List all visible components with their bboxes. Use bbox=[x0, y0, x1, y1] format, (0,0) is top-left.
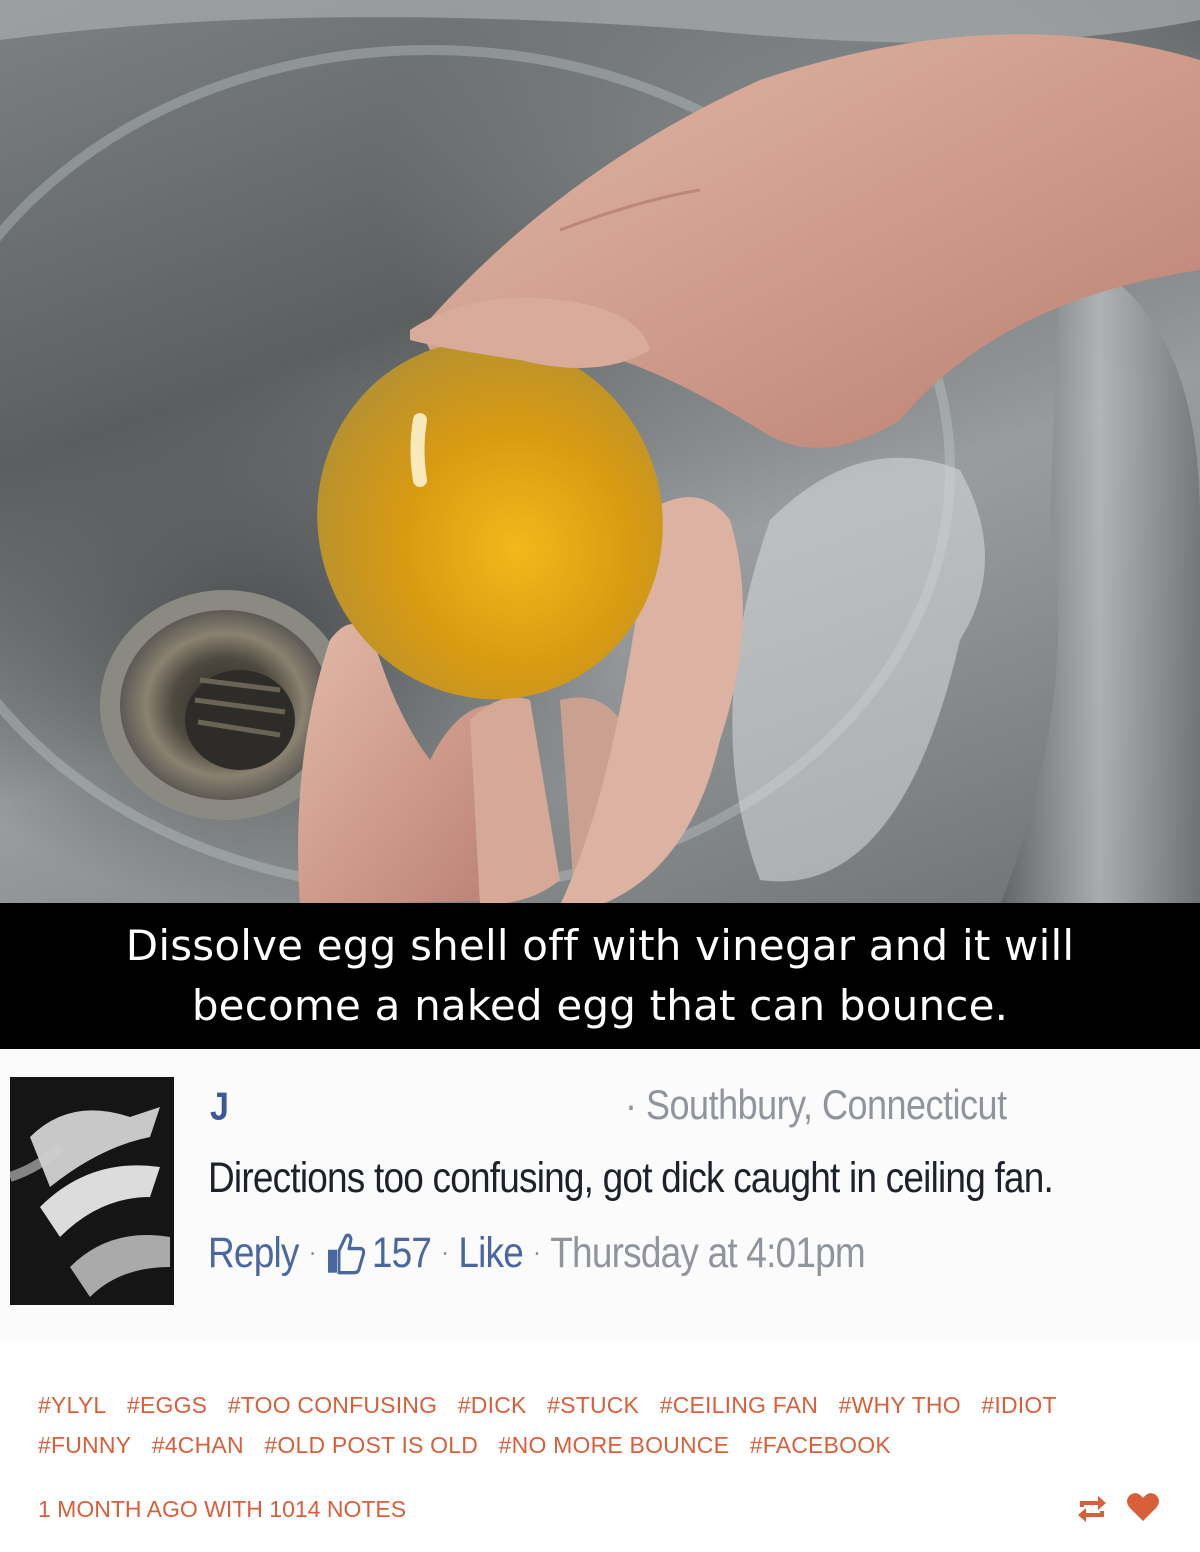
sink-egg-illustration bbox=[0, 0, 1200, 905]
tag-link[interactable]: #CEILING FAN bbox=[660, 1385, 818, 1425]
comment-timestamp[interactable]: Thursday at 4:01pm bbox=[550, 1229, 865, 1277]
tag-link[interactable]: #STUCK bbox=[547, 1385, 639, 1425]
action-separator: · bbox=[308, 1237, 317, 1269]
reply-link[interactable]: Reply bbox=[208, 1229, 299, 1277]
caption-line-2: become a naked egg that can bounce. bbox=[191, 981, 1009, 1030]
comment-location: · Southbury, Connecticut bbox=[625, 1081, 1007, 1129]
tag-link[interactable]: #WHY THO bbox=[839, 1385, 961, 1425]
location-separator: · bbox=[625, 1081, 637, 1129]
tag-link[interactable]: #4CHAN bbox=[152, 1425, 244, 1465]
action-separator: · bbox=[441, 1237, 449, 1269]
tag-link[interactable]: #NO MORE BOUNCE bbox=[499, 1425, 729, 1465]
like-count: 157 bbox=[371, 1229, 432, 1277]
reblog-icon[interactable] bbox=[1074, 1491, 1110, 1527]
comment-actions: Reply · 157 · Like · Thursday at 4:01pm bbox=[208, 1229, 866, 1277]
facebook-comment: J · Southbury, Connecticut Directions to… bbox=[0, 1049, 1200, 1341]
avatar-image bbox=[10, 1077, 174, 1305]
tag-link[interactable]: #FUNNY bbox=[38, 1425, 131, 1465]
like-link[interactable]: Like bbox=[458, 1229, 523, 1277]
action-separator: · bbox=[533, 1237, 541, 1269]
meme-caption: Dissolve egg shell off with vinegar and … bbox=[0, 903, 1200, 1049]
caption-line-1: Dissolve egg shell off with vinegar and … bbox=[125, 921, 1075, 970]
tag-list: #YLYL #EGGS #TOO CONFUSING #DICK #STUCK … bbox=[38, 1385, 1168, 1465]
post-footer: #YLYL #EGGS #TOO CONFUSING #DICK #STUCK … bbox=[0, 1341, 1200, 1552]
location-text: Southbury, Connecticut bbox=[646, 1081, 1007, 1129]
avatar[interactable] bbox=[10, 1077, 174, 1305]
post-photo bbox=[0, 0, 1200, 905]
heart-icon[interactable] bbox=[1126, 1491, 1160, 1523]
post-notes-link[interactable]: 1 MONTH AGO WITH 1014 NOTES bbox=[38, 1496, 406, 1523]
tag-link[interactable]: #FACEBOOK bbox=[750, 1425, 891, 1465]
thumbs-up-icon bbox=[326, 1231, 366, 1275]
tag-link[interactable]: #YLYL bbox=[38, 1385, 106, 1425]
tag-link[interactable]: #IDIOT bbox=[981, 1385, 1056, 1425]
tag-link[interactable]: #TOO CONFUSING bbox=[228, 1385, 437, 1425]
tag-link[interactable]: #DICK bbox=[458, 1385, 527, 1425]
comment-author[interactable]: J bbox=[210, 1085, 229, 1130]
tag-link[interactable]: #OLD POST IS OLD bbox=[264, 1425, 478, 1465]
tag-link[interactable]: #EGGS bbox=[127, 1385, 207, 1425]
comment-text: Directions too confusing, got dick caugh… bbox=[208, 1154, 1054, 1202]
